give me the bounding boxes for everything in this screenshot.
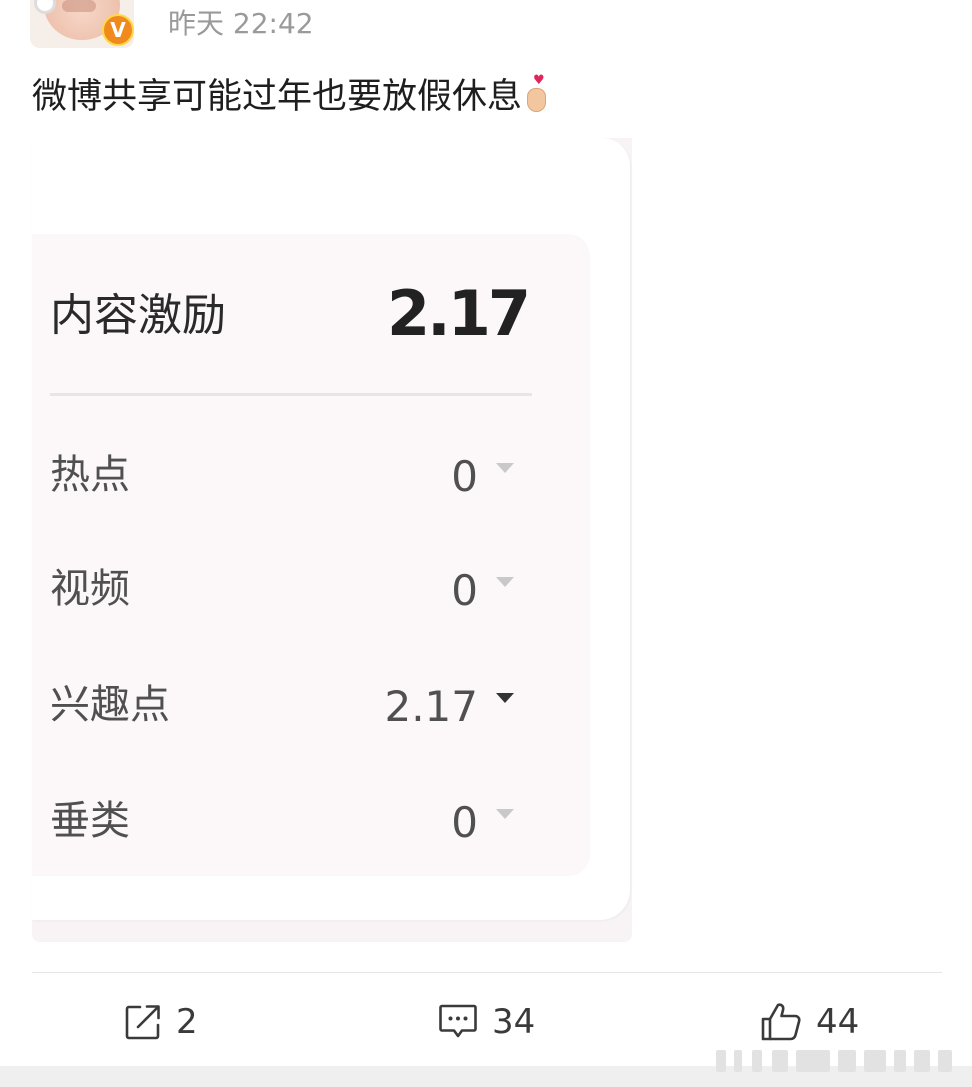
watermark-bar: [838, 1050, 856, 1072]
watermark-bar: [716, 1050, 726, 1072]
watermark-bar: [938, 1050, 952, 1072]
income-row-value: 0: [451, 566, 478, 615]
comment-icon: [438, 1003, 478, 1041]
income-row-value: 0: [451, 452, 478, 501]
repost-count: 2: [176, 1002, 198, 1042]
income-title: 内容激励: [50, 290, 226, 341]
heart-icon: ♥: [533, 73, 545, 88]
comment-button[interactable]: 34: [438, 996, 535, 1048]
income-row-video: 视频 0: [50, 559, 530, 619]
income-row-vertical: 垂类 0: [50, 791, 530, 851]
action-divider: [32, 972, 942, 973]
watermark-bar: [772, 1050, 788, 1072]
watermark-bar: [864, 1050, 886, 1072]
repost-button[interactable]: 2: [124, 996, 198, 1048]
income-divider: [50, 393, 532, 396]
post-time: 昨天 22:42: [168, 7, 314, 40]
hand-icon: [527, 88, 547, 112]
income-row-label: 垂类: [50, 798, 130, 844]
like-button[interactable]: 44: [760, 996, 859, 1048]
thumbs-up-icon: [760, 1002, 802, 1042]
watermark-bar: [734, 1050, 742, 1072]
finger-heart-icon: ♥: [524, 74, 550, 114]
like-count: 44: [816, 1002, 860, 1042]
watermark-bar: [894, 1050, 906, 1072]
income-row-label: 兴趣点: [50, 682, 170, 728]
avatar-face-detail: [62, 0, 96, 12]
post-text: 微博共享可能过年也要放假休息 ♥: [32, 74, 550, 120]
share-icon: [124, 1003, 162, 1041]
income-total: 2.17: [387, 277, 531, 350]
caret-down-icon: [496, 577, 514, 587]
income-row-label: 热点: [50, 452, 130, 498]
income-row-hot: 热点 0: [50, 445, 530, 505]
verified-badge-icon: V: [102, 14, 134, 46]
comment-count: 34: [492, 1002, 536, 1042]
caret-down-icon: [496, 463, 514, 473]
income-row-value: 0: [451, 798, 478, 847]
watermark-bar: [752, 1050, 762, 1072]
watermark-bars: [712, 1046, 962, 1076]
post-image-surface: 内容激励 2.17 热点 0 视频 0 兴趣点 2.17 垂类 0: [32, 138, 630, 920]
caret-down-icon: [496, 693, 514, 703]
watermark-bar: [796, 1050, 830, 1072]
income-row-interest: 兴趣点 2.17: [50, 675, 530, 735]
watermark-bar: [914, 1050, 930, 1072]
post-text-content: 微博共享可能过年也要放假休息: [32, 77, 523, 117]
post-image[interactable]: 内容激励 2.17 热点 0 视频 0 兴趣点 2.17 垂类 0: [32, 138, 632, 942]
income-row-value: 2.17: [384, 682, 478, 731]
income-row-label: 视频: [50, 566, 130, 612]
caret-down-icon: [496, 809, 514, 819]
